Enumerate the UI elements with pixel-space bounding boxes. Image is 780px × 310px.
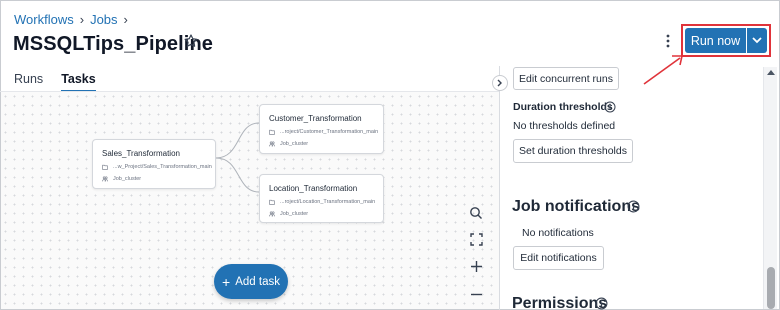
panel-scrollbar[interactable] (763, 67, 777, 309)
collapse-panel-button[interactable] (492, 75, 508, 91)
tab-tasks[interactable]: Tasks (61, 72, 96, 92)
task-notebook-path: ...w_Project/Sales_Transformation_main (113, 164, 212, 170)
zoom-out-button[interactable] (466, 284, 486, 304)
set-duration-thresholds-button[interactable]: Set duration thresholds (513, 139, 633, 163)
panel-divider[interactable] (499, 66, 500, 310)
duration-thresholds-label: Duration thresholds (513, 101, 613, 113)
kebab-menu-icon[interactable] (663, 33, 673, 49)
run-now-highlight-box: Run now (681, 24, 771, 57)
tab-bar: Runs Tasks (14, 72, 96, 92)
run-now-dropdown-button[interactable] (747, 28, 767, 53)
task-cluster: Job_cluster (280, 141, 309, 147)
cluster-icon (102, 176, 108, 182)
folder-icon (102, 164, 108, 170)
no-notifications-text: No notifications (522, 227, 594, 239)
no-thresholds-text: No thresholds defined (513, 120, 616, 132)
zoom-in-button[interactable] (466, 256, 486, 276)
task-notebook-row: ...roject/Location_Transformation_main (269, 199, 375, 205)
info-icon[interactable] (604, 101, 616, 113)
breadcrumb-jobs[interactable]: Jobs (90, 12, 117, 27)
info-icon[interactable] (627, 200, 640, 213)
info-icon[interactable] (595, 297, 608, 310)
task-name: Customer_Transformation (269, 114, 362, 123)
edit-concurrent-runs-button[interactable]: Edit concurrent runs (513, 67, 619, 90)
chevron-right-icon: › (123, 12, 128, 27)
task-node-location[interactable]: Location_Transformation ...roject/Locati… (259, 174, 384, 223)
chevron-right-icon: › (79, 12, 85, 27)
plus-icon: + (222, 273, 231, 290)
search-icon (470, 207, 482, 219)
task-notebook-path: ...roject/Customer_Transformation_main (280, 129, 379, 135)
task-cluster-row: Job_cluster (269, 211, 308, 217)
fit-view-button[interactable] (466, 229, 486, 249)
task-name: Sales_Transformation (102, 149, 180, 158)
task-notebook-path: ...roject/Location_Transformation_main (280, 199, 376, 205)
task-cluster: Job_cluster (280, 211, 309, 217)
star-icon[interactable] (183, 33, 199, 49)
run-now-button[interactable]: Run now (685, 28, 746, 53)
task-name: Location_Transformation (269, 184, 358, 193)
task-node-sales[interactable]: Sales_Transformation ...w_Project/Sales_… (92, 139, 216, 189)
fit-view-icon (469, 232, 483, 246)
cluster-icon (269, 141, 275, 147)
scroll-up-icon[interactable] (767, 70, 775, 75)
chevron-right-icon (497, 79, 502, 87)
edit-notifications-button[interactable]: Edit notifications (513, 246, 604, 270)
folder-icon (269, 199, 275, 205)
chevron-down-icon (752, 37, 762, 44)
breadcrumb: Workflows › Jobs › (14, 12, 128, 27)
zoom-in-icon (470, 260, 482, 272)
task-cluster: Job_cluster (113, 176, 142, 182)
permissions-heading: Permissions (512, 295, 608, 310)
cluster-icon (269, 211, 275, 217)
task-notebook-row: ...w_Project/Sales_Transformation_main (102, 164, 212, 170)
breadcrumb-workflows[interactable]: Workflows (14, 12, 74, 27)
job-notifications-heading: Job notifications (512, 198, 640, 215)
task-notebook-row: ...roject/Customer_Transformation_main (269, 129, 378, 135)
search-canvas-button[interactable] (466, 203, 486, 223)
task-cluster-row: Job_cluster (102, 176, 141, 182)
folder-icon (269, 129, 275, 135)
tab-runs[interactable]: Runs (14, 72, 43, 92)
task-node-customer[interactable]: Customer_Transformation ...roject/Custom… (259, 104, 384, 154)
zoom-out-icon (470, 293, 482, 295)
scroll-thumb[interactable] (767, 267, 775, 309)
add-task-label: Add task (235, 275, 280, 288)
task-cluster-row: Job_cluster (269, 141, 308, 147)
add-task-button[interactable]: + Add task (214, 264, 288, 299)
